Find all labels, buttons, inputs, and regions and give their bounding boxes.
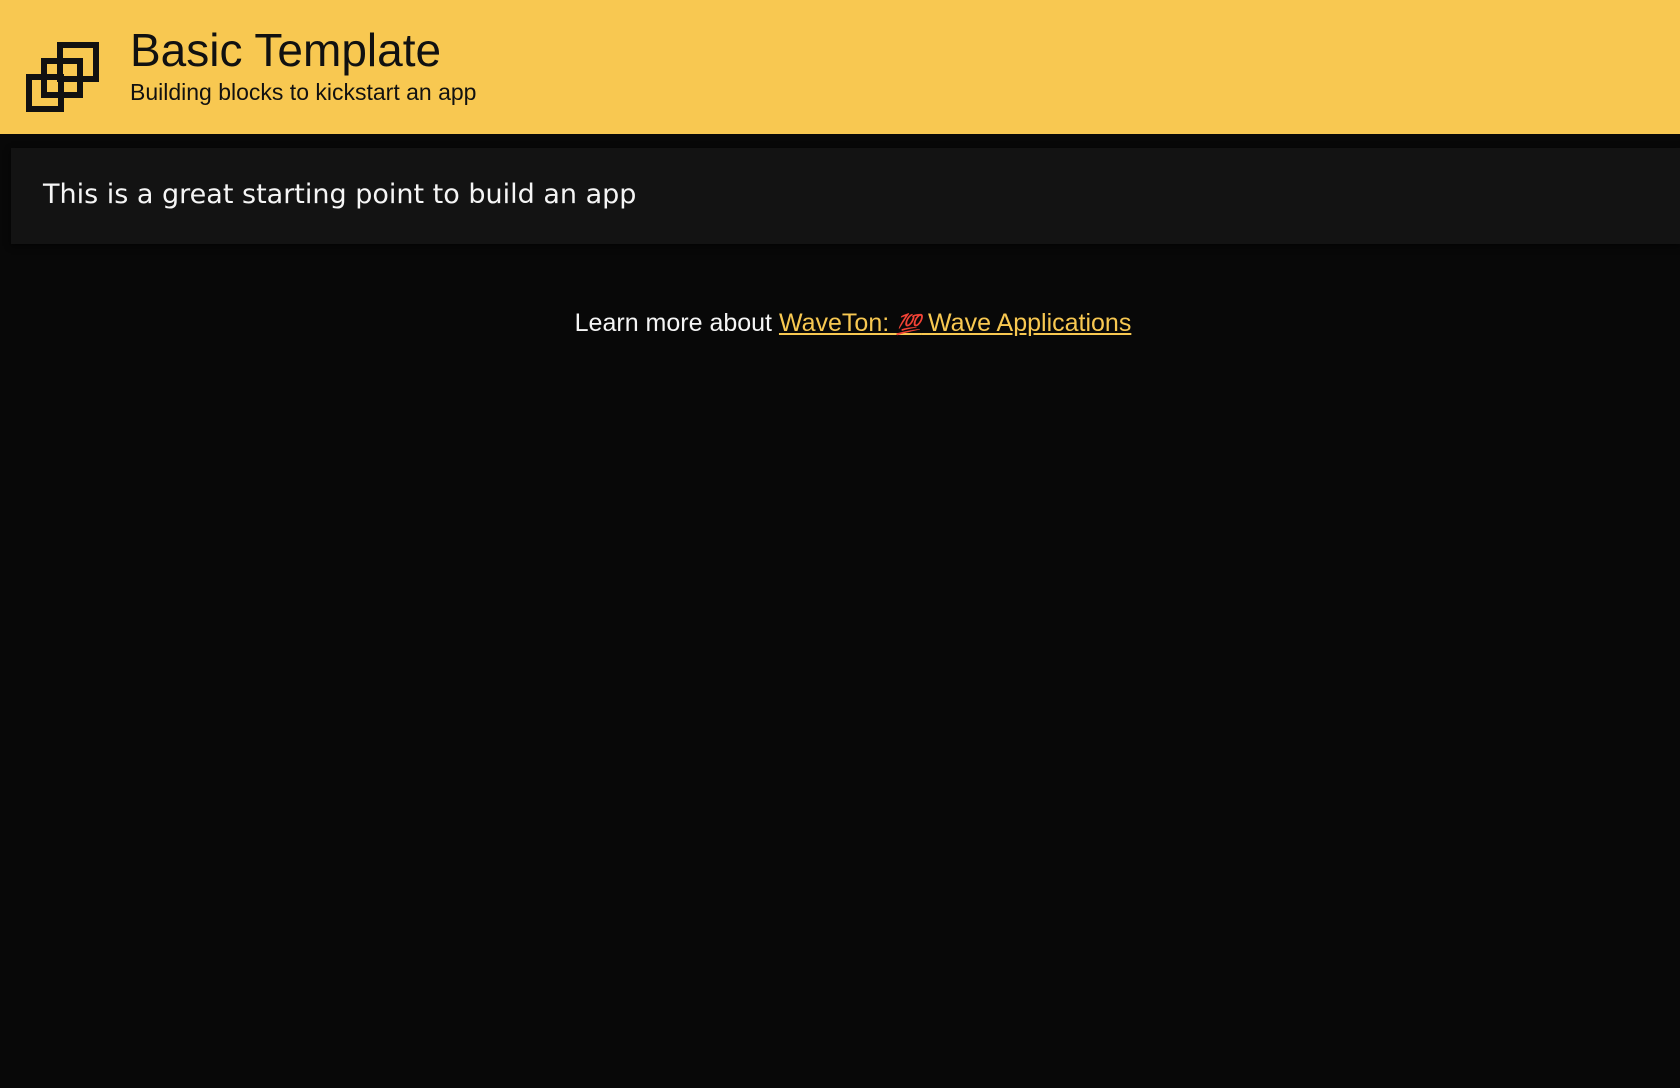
app-header: Basic Template Building blocks to kickst… <box>0 0 1680 134</box>
link-text-part1: WaveTon: <box>778 309 897 337</box>
intro-card: This is a great starting point to build … <box>11 148 1680 244</box>
footer-prefix: Learn more about <box>574 309 779 337</box>
footer-text: Learn more about WaveTon: 💯 Wave Applica… <box>0 304 1680 344</box>
page-title: Basic Template <box>130 24 442 76</box>
link-text-part2: Wave Applications <box>921 309 1132 337</box>
page-subtitle: Building blocks to kickstart an app <box>130 79 477 105</box>
waveton-link[interactable]: WaveTon: 💯 Wave Applications <box>779 309 1131 337</box>
intro-text: This is a great starting point to build … <box>43 179 637 210</box>
hundred-points-icon: 💯 <box>896 314 922 336</box>
overlapping-squares-icon <box>26 42 102 114</box>
